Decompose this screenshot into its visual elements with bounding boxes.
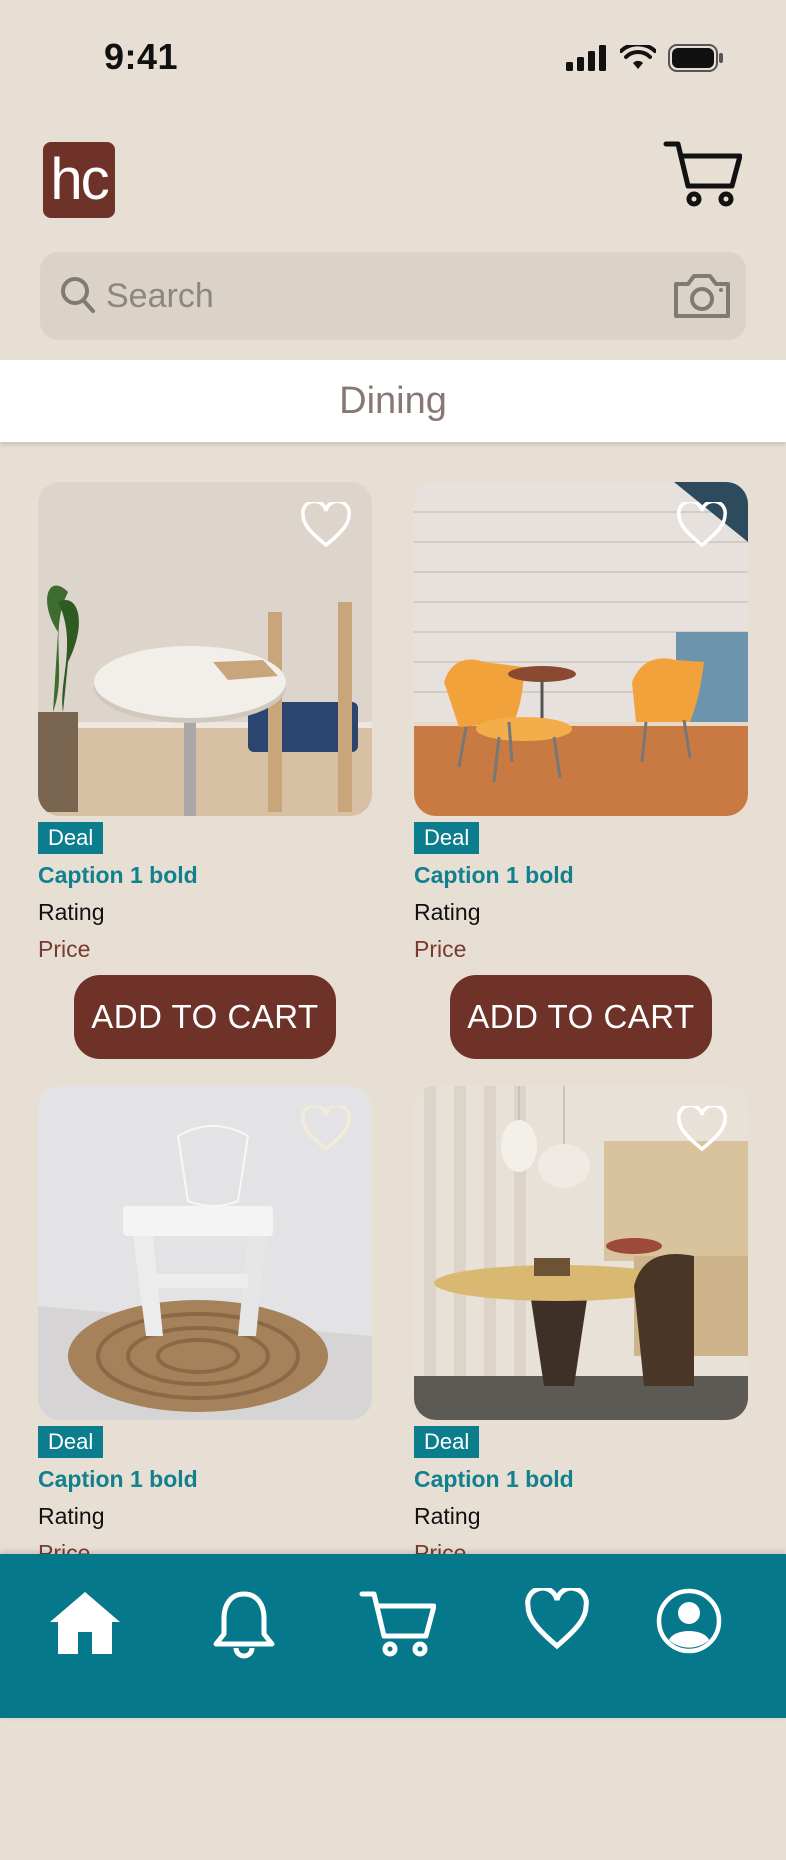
bottom-nav <box>0 1554 786 1718</box>
profile-icon <box>656 1588 722 1654</box>
deal-badge: Deal <box>38 1426 104 1458</box>
cart-button[interactable] <box>662 138 743 208</box>
status-icons <box>566 44 724 72</box>
product-caption[interactable]: Caption 1 bold <box>38 862 372 889</box>
battery-icon <box>668 44 723 72</box>
favorite-heart-icon[interactable] <box>300 502 352 548</box>
camera-icon[interactable] <box>672 272 732 320</box>
deal-badge: Deal <box>414 822 480 854</box>
nav-notifications[interactable] <box>212 1588 276 1665</box>
product-caption[interactable]: Caption 1 bold <box>414 1466 748 1493</box>
status-bar: 9:41 <box>0 0 786 110</box>
product-rating: Rating <box>414 1503 481 1529</box>
product-card[interactable]: Deal Caption 1 bold Rating Price <box>38 1086 372 1567</box>
cart-icon <box>359 1591 437 1657</box>
cart-icon <box>663 141 743 207</box>
search-bar <box>40 252 746 340</box>
nav-cart[interactable] <box>358 1588 437 1663</box>
category-title: Dining <box>0 360 786 442</box>
deal-badge: Deal <box>414 1426 480 1458</box>
product-price: Price <box>38 936 91 962</box>
search-icon <box>61 277 95 313</box>
favorite-heart-icon[interactable] <box>300 1106 352 1152</box>
add-to-cart-button[interactable]: ADD TO CART <box>74 975 336 1059</box>
favorite-heart-icon[interactable] <box>676 502 728 548</box>
product-caption[interactable]: Caption 1 bold <box>414 862 748 889</box>
product-price: Price <box>414 936 467 962</box>
signal-icon <box>566 45 606 71</box>
product-image-lounge-chairs[interactable] <box>414 482 748 816</box>
product-rating: Rating <box>38 899 105 925</box>
add-to-cart-button[interactable]: ADD TO CART <box>450 975 712 1059</box>
nav-home[interactable] <box>46 1588 124 1663</box>
heart-icon <box>525 1585 589 1650</box>
bell-icon <box>213 1591 275 1659</box>
product-image-dining-table[interactable] <box>414 1086 748 1420</box>
product-image-white-stool[interactable] <box>38 1086 372 1420</box>
deal-badge: Deal <box>38 822 104 854</box>
product-image-round-table[interactable] <box>38 482 372 816</box>
nav-profile[interactable] <box>656 1588 722 1659</box>
search-input[interactable] <box>106 270 646 322</box>
product-card[interactable]: Deal Caption 1 bold Rating Price ADD TO … <box>414 482 748 1059</box>
product-card[interactable]: Deal Caption 1 bold Rating Price <box>414 1086 748 1567</box>
status-time: 9:41 <box>104 36 179 77</box>
nav-favorites[interactable] <box>524 1585 590 1655</box>
product-rating: Rating <box>38 1503 105 1529</box>
product-rating: Rating <box>414 899 481 925</box>
product-caption[interactable]: Caption 1 bold <box>38 1466 372 1493</box>
favorite-heart-icon[interactable] <box>676 1106 728 1152</box>
wifi-icon <box>620 45 656 69</box>
brand-logo[interactable]: hc <box>43 142 115 218</box>
home-icon <box>50 1592 120 1654</box>
product-card[interactable]: Deal Caption 1 bold Rating Price ADD TO … <box>38 482 372 1059</box>
